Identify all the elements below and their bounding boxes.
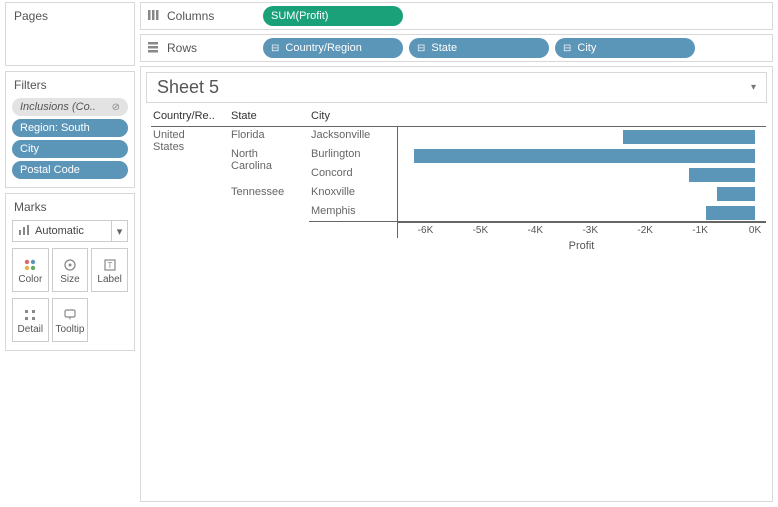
bar-cell <box>397 127 766 146</box>
bar-cell <box>397 146 766 165</box>
discrete-icon: ⊟ <box>417 43 425 54</box>
axis-tick: -3K <box>582 225 598 236</box>
country-cell: UnitedStates <box>151 127 229 222</box>
marks-type-dropdown[interactable]: Automatic ▾ <box>12 220 128 242</box>
city-cell: Jacksonville <box>309 127 397 146</box>
marks-tooltip-label: Tooltip <box>56 324 85 335</box>
state-cell: Tennessee <box>229 184 309 222</box>
shelf-pill[interactable]: SUM(Profit) <box>263 6 403 26</box>
left-sidebar: Pages Filters Inclusions (Co.. Region: So… <box>0 0 140 507</box>
viz-card: Sheet 5 ▾ Country/Re..StateCity UnitedSta… <box>140 66 773 502</box>
detail-icon <box>23 306 37 324</box>
app-root: Pages Filters Inclusions (Co.. Region: So… <box>0 0 778 507</box>
sheet-title-bar[interactable]: Sheet 5 ▾ <box>146 72 767 103</box>
axis-tick: -2K <box>637 225 653 236</box>
city-cell: Burlington <box>309 146 397 165</box>
columns-icon <box>145 9 161 24</box>
marks-buttons-row1: Color Size T Label <box>6 248 134 298</box>
bar-cell <box>397 165 766 184</box>
marks-color-button[interactable]: Color <box>12 248 49 292</box>
label-icon: T <box>103 256 117 274</box>
axis-tick: -6K <box>418 225 434 236</box>
axis-tick: 0K <box>749 225 761 236</box>
axis-tick: -5K <box>473 225 489 236</box>
marks-empty-cell <box>91 298 128 342</box>
right-area: Columns SUM(Profit) Rows ⊟ Country/Region… <box>140 0 778 507</box>
bar-chart-icon <box>13 224 35 239</box>
discrete-icon: ⊟ <box>563 43 571 54</box>
x-axis-title[interactable]: Profit <box>397 238 766 252</box>
marks-type-label: Automatic <box>35 225 111 237</box>
rows-icon <box>145 41 161 56</box>
columns-shelf[interactable]: Columns SUM(Profit) <box>140 2 773 30</box>
filter-pill[interactable]: Region: South <box>12 119 128 137</box>
viz-body: Country/Re..StateCity UnitedStatesFlorida… <box>141 108 772 501</box>
marks-buttons-row2: Detail Tooltip <box>6 298 134 350</box>
filters-card[interactable]: Filters Inclusions (Co.. Region: South Cit… <box>5 71 135 188</box>
marks-card[interactable]: Marks Automatic ▾ Color <box>5 193 135 351</box>
city-cell: Knoxville <box>309 184 397 203</box>
discrete-icon: ⊟ <box>271 43 279 54</box>
bar-mark[interactable] <box>717 187 755 201</box>
tooltip-icon <box>63 306 77 324</box>
caret-down-icon[interactable]: ▾ <box>751 82 756 93</box>
filters-title: Filters <box>6 72 134 98</box>
rows-shelf-label: Rows <box>167 41 197 55</box>
columns-shelf-label: Columns <box>167 9 214 23</box>
filter-pill[interactable]: Postal Code <box>12 161 128 179</box>
column-header[interactable]: Country/Re.. <box>151 108 229 127</box>
city-cell: Concord <box>309 165 397 184</box>
pill-label: City <box>577 42 596 54</box>
axis-tick: -1K <box>692 225 708 236</box>
pill-label: State <box>431 42 457 54</box>
state-cell: NorthCarolina <box>229 146 309 184</box>
marks-label-button[interactable]: T Label <box>91 248 128 292</box>
marks-tooltip-button[interactable]: Tooltip <box>52 298 89 342</box>
filter-pill[interactable]: Inclusions (Co.. <box>12 98 128 116</box>
marks-size-label: Size <box>60 274 79 285</box>
pages-card[interactable]: Pages <box>5 2 135 66</box>
caret-down-icon[interactable]: ▾ <box>111 221 127 241</box>
column-header[interactable]: State <box>229 108 309 127</box>
sheet-title: Sheet 5 <box>157 77 219 98</box>
marks-size-button[interactable]: Size <box>52 248 89 292</box>
size-icon <box>63 256 77 274</box>
bar-mark[interactable] <box>706 206 755 220</box>
bar-cell <box>397 203 766 222</box>
shelf-pill[interactable]: ⊟ Country/Region <box>263 38 403 58</box>
bar-mark[interactable] <box>689 168 755 182</box>
rows-shelf[interactable]: Rows ⊟ Country/Region ⊟ State ⊟ City <box>140 34 773 62</box>
bar-mark[interactable] <box>414 149 755 163</box>
svg-text:T: T <box>107 261 112 270</box>
pill-label: SUM(Profit) <box>271 10 328 22</box>
shelf-pill[interactable]: ⊟ City <box>555 38 695 58</box>
city-cell: Memphis <box>309 203 397 222</box>
marks-detail-button[interactable]: Detail <box>12 298 49 342</box>
shelf-pill[interactable]: ⊟ State <box>409 38 549 58</box>
axis-tick: -4K <box>528 225 544 236</box>
column-header[interactable]: City <box>309 108 397 127</box>
marks-label-label: Label <box>97 274 121 285</box>
pill-label: Country/Region <box>285 42 361 54</box>
marks-color-label: Color <box>18 274 42 285</box>
pages-title: Pages <box>6 3 134 29</box>
bar-cell <box>397 184 766 203</box>
filter-pill[interactable]: City <box>12 140 128 158</box>
x-axis[interactable]: -6K -5K -4K -3K -2K -1K 0K <box>397 222 766 238</box>
marks-detail-label: Detail <box>18 324 44 335</box>
color-icon <box>23 256 37 274</box>
marks-title: Marks <box>6 194 134 220</box>
bar-mark[interactable] <box>623 130 755 144</box>
state-cell: Florida <box>229 127 309 146</box>
